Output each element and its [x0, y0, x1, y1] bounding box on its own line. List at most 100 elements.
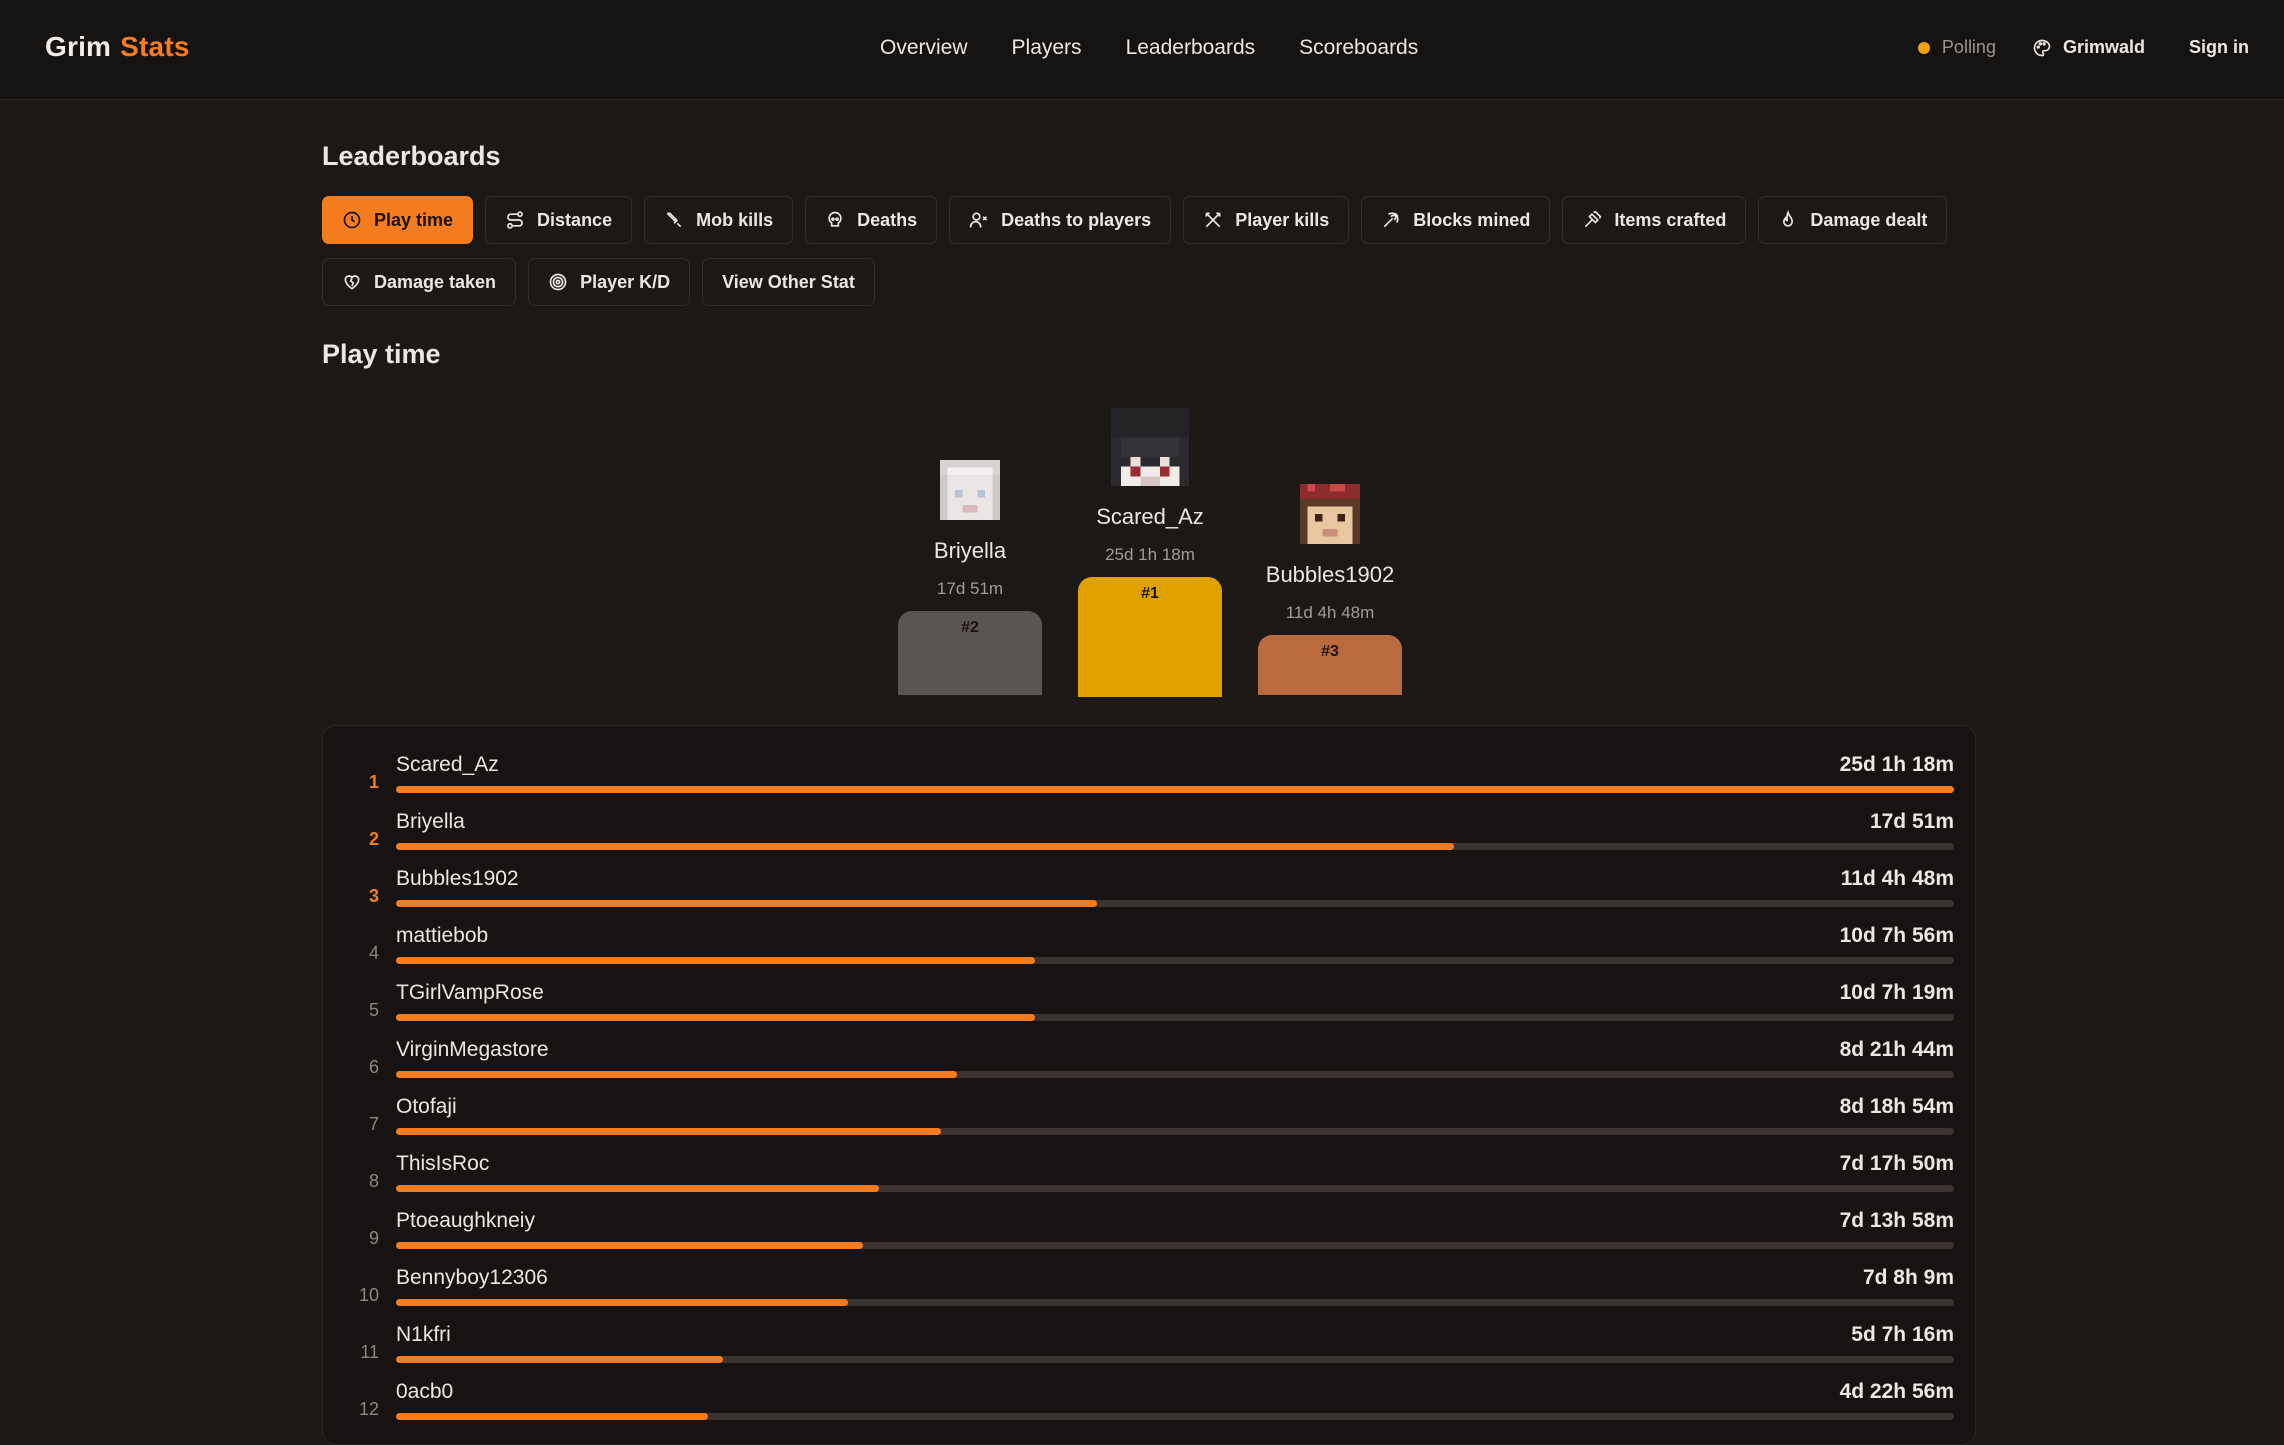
- tab-play-time[interactable]: Play time: [322, 196, 474, 244]
- leaderboard-row[interactable]: 3 Bubbles1902 11d 4h 48m: [323, 865, 1977, 922]
- tab-distance[interactable]: Distance: [485, 196, 633, 244]
- main-nav: Overview Players Leaderboards Scoreboard…: [880, 36, 1418, 60]
- progress-fill: [396, 1128, 942, 1135]
- section-title: Play time: [322, 339, 441, 369]
- tab-items-crafted[interactable]: Items crafted: [1562, 196, 1747, 244]
- progress-fill: [396, 957, 1035, 964]
- tab-player-kills[interactable]: Player kills: [1183, 196, 1350, 244]
- progress-track: [396, 1014, 1954, 1021]
- sign-in-button[interactable]: Sign in: [2189, 37, 2249, 58]
- progress-track: [396, 1356, 1954, 1363]
- player-name[interactable]: 0acb0: [396, 1380, 453, 1404]
- stat-value: 7d 8h 9m: [1862, 1266, 1954, 1289]
- tab-view-other-stat[interactable]: View Other Stat: [702, 258, 875, 306]
- player-name[interactable]: Otofaji: [396, 1095, 457, 1119]
- player-name[interactable]: TGirlVampRose: [396, 981, 544, 1005]
- rank-number: 11: [360, 1342, 379, 1362]
- rank-number: 3: [368, 886, 379, 906]
- leaderboard-row[interactable]: 11 N1kfri 5d 7h 16m: [323, 1321, 1977, 1378]
- rank-number: 8: [368, 1171, 379, 1191]
- tab-damage-taken[interactable]: Damage taken: [322, 258, 517, 306]
- crossed-swords-icon: [1205, 212, 1221, 228]
- player-name[interactable]: Bennyboy12306: [396, 1266, 548, 1290]
- podium-block: #3: [1258, 635, 1402, 695]
- player-name[interactable]: VirginMegastore: [396, 1038, 549, 1062]
- rank-number: 4: [368, 943, 379, 963]
- podium-value: 11d 4h 48m: [1285, 603, 1375, 622]
- nav-players[interactable]: Players: [1012, 36, 1082, 60]
- progress-fill: [396, 1413, 708, 1420]
- top-nav-bar: Grim Stats Overview Players Leaderboards …: [0, 0, 2284, 100]
- leaderboard-row[interactable]: 12 0acb0 4d 22h 56m: [323, 1378, 1977, 1435]
- player-name[interactable]: Scared_Az: [396, 753, 499, 777]
- tab-damage-dealt[interactable]: Damage dealt: [1758, 196, 1948, 244]
- podium-third[interactable]: Bubbles1902 11d 4h 48m #3: [1258, 484, 1402, 695]
- flame-icon: [1783, 210, 1794, 227]
- leaderboard-row[interactable]: 4 mattiebob 10d 7h 56m: [323, 922, 1977, 979]
- stat-value: 11d 4h 48m: [1840, 867, 1954, 890]
- progress-track: [396, 786, 1954, 793]
- clock-icon: [343, 211, 361, 229]
- target-icon: [549, 273, 567, 291]
- rank-number: 7: [368, 1114, 379, 1134]
- tab-player-kd[interactable]: Player K/D: [528, 258, 691, 306]
- player-name[interactable]: N1kfri: [396, 1323, 451, 1347]
- header-actions: Polling Grimwald Sign in: [1917, 37, 2249, 58]
- stat-value: 8d 18h 54m: [1839, 1095, 1954, 1118]
- progress-fill: [396, 843, 1454, 850]
- theme-name: Grimwald: [2062, 37, 2145, 57]
- podium-value: 25d 1h 18m: [1105, 545, 1195, 564]
- leaderboard-row[interactable]: 9 Ptoeaughkneiy 7d 13h 58m: [323, 1207, 1977, 1264]
- leaderboard-row[interactable]: 7 Otofaji 8d 18h 54m: [323, 1093, 1977, 1150]
- rank-number: 12: [358, 1399, 379, 1419]
- rank-number: 1: [368, 772, 379, 792]
- progress-track: [396, 1071, 1954, 1078]
- player-avatar: [1300, 484, 1360, 544]
- player-name[interactable]: Ptoeaughkneiy: [396, 1209, 535, 1233]
- tab-deaths[interactable]: Deaths: [805, 196, 938, 244]
- podium-block: #2: [898, 611, 1042, 695]
- tab-mob-kills[interactable]: Mob kills: [644, 196, 794, 244]
- player-avatar: [940, 460, 1000, 520]
- stat-tabs: Play time Distance Mob kills Deaths Deat…: [322, 196, 1982, 306]
- user-x-icon: [969, 212, 988, 228]
- player-name[interactable]: Briyella: [396, 810, 465, 834]
- progress-fill: [396, 1071, 957, 1078]
- progress-track: [396, 900, 1954, 907]
- progress-track: [396, 1128, 1954, 1135]
- nav-leaderboards[interactable]: Leaderboards: [1126, 36, 1256, 60]
- nav-overview[interactable]: Overview: [880, 36, 968, 60]
- tab-label: Deaths to players: [1001, 209, 1152, 230]
- rank-number: 2: [368, 829, 379, 849]
- heart-crack-icon: [344, 275, 360, 290]
- tab-blocks-mined[interactable]: Blocks mined: [1361, 196, 1551, 244]
- player-name[interactable]: mattiebob: [396, 924, 488, 948]
- leaderboard-row[interactable]: 6 VirginMegastore 8d 21h 44m: [323, 1036, 1977, 1093]
- tab-label: Blocks mined: [1413, 209, 1531, 230]
- leaderboard-row[interactable]: 1 Scared_Az 25d 1h 18m: [323, 751, 1977, 808]
- theme-switcher[interactable]: Grimwald: [2032, 37, 2145, 58]
- player-name[interactable]: Bubbles1902: [396, 867, 519, 891]
- tab-label: View Other Stat: [722, 271, 855, 292]
- stat-value: 8d 21h 44m: [1839, 1038, 1954, 1061]
- nav-scoreboards[interactable]: Scoreboards: [1299, 36, 1418, 60]
- podium-name: Briyella: [933, 538, 1007, 563]
- tab-deaths-to-players[interactable]: Deaths to players: [949, 196, 1172, 244]
- podium-second[interactable]: Briyella 17d 51m #2: [898, 460, 1042, 695]
- leaderboard-row[interactable]: 2 Briyella 17d 51m: [323, 808, 1977, 865]
- progress-fill: [396, 1242, 864, 1249]
- leaderboard-row[interactable]: 8 ThisIsRoc 7d 17h 50m: [323, 1150, 1977, 1207]
- tab-label: Damage dealt: [1810, 209, 1928, 230]
- player-name[interactable]: ThisIsRoc: [396, 1152, 489, 1176]
- polling-status: Polling: [1941, 37, 1996, 57]
- leaderboard-row[interactable]: 10 Bennyboy12306 7d 8h 9m: [323, 1264, 1977, 1321]
- brand-logo[interactable]: Grim Stats: [45, 31, 190, 63]
- tab-label: Player K/D: [580, 271, 671, 292]
- tab-label: Items crafted: [1614, 209, 1727, 230]
- leaderboard-row[interactable]: 5 TGirlVampRose 10d 7h 19m: [323, 979, 1977, 1036]
- tab-label: Damage taken: [374, 271, 497, 292]
- progress-fill: [396, 1014, 1035, 1021]
- progress-fill: [396, 1185, 879, 1192]
- podium-first[interactable]: Scared_Az 25d 1h 18m #1: [1078, 408, 1222, 697]
- podium-name: Scared_Az: [1096, 504, 1204, 529]
